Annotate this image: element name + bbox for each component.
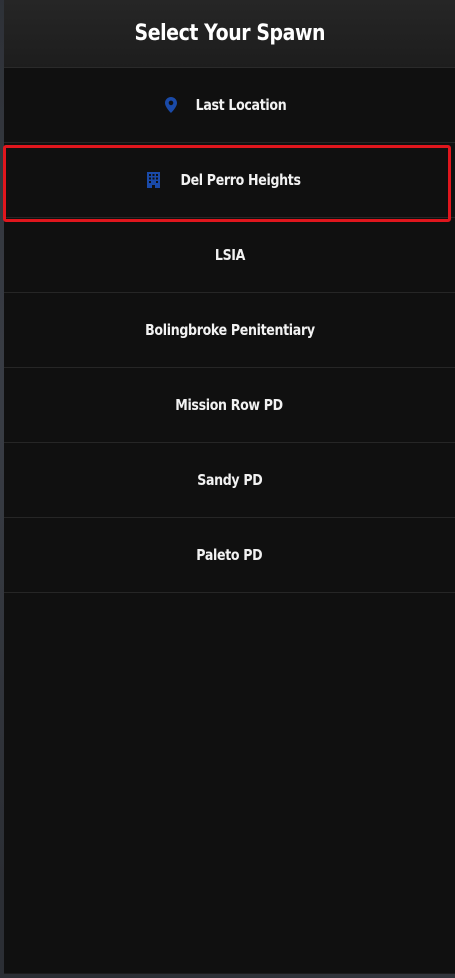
spawn-option-label: Last Location [195,96,287,114]
building-icon [146,172,160,188]
spawn-option-label: LSIA [214,246,245,264]
spawn-option-label: Sandy PD [196,471,263,489]
spawn-option-sandy-pd[interactable]: Sandy PD [4,443,455,518]
spawn-list: Last Location Del Perro Heights LSIA Bol… [3,68,455,593]
map-pin-icon [164,97,178,113]
spawn-option-mission-row-pd[interactable]: Mission Row PD [4,368,455,443]
spawn-option-label: Del Perro Heights [180,171,302,189]
page-title: Select Your Spawn [134,21,325,46]
spawn-option-bolingbroke-penitentiary[interactable]: Bolingbroke Penitentiary [4,293,455,368]
spawn-option-paleto-pd[interactable]: Paleto PD [4,518,455,593]
spawn-selector-panel: Select Your Spawn Last Location Del Perr… [3,0,455,974]
spawn-option-label: Mission Row PD [175,396,284,414]
spawn-option-label: Paleto PD [196,546,263,564]
spawn-option-last-location[interactable]: Last Location [4,68,455,143]
panel-header: Select Your Spawn [4,0,455,68]
spawn-option-del-perro-heights[interactable]: Del Perro Heights [3,143,455,222]
spawn-option-lsia[interactable]: LSIA [4,218,455,293]
spawn-option-label: Bolingbroke Penitentiary [144,321,315,339]
